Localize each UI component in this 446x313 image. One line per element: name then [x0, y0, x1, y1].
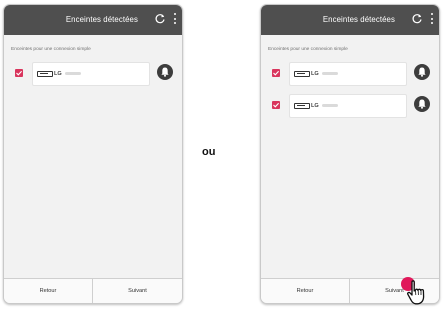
screen-title: Enceintes détectées: [322, 15, 395, 24]
device-row[interactable]: LG: [261, 94, 439, 118]
device-model-blurred: [322, 72, 338, 75]
screen-title: Enceintes détectées: [65, 15, 138, 24]
next-button[interactable]: Suivant: [93, 279, 182, 303]
speaker-icon: [294, 71, 310, 77]
left-phone-screen: Enceintes détectées Enceintes pour une c…: [3, 4, 183, 304]
device-list: Enceintes pour une connexion simple LG: [4, 35, 182, 279]
device-model-blurred: [322, 104, 338, 107]
device-card[interactable]: LG: [289, 94, 407, 118]
right-phone-screen: Enceintes détectées Enceintes pour une c…: [260, 4, 440, 304]
titlebar: Enceintes détectées: [4, 5, 182, 35]
checkbox-checked-icon[interactable]: [272, 101, 280, 109]
device-card[interactable]: LG: [32, 62, 150, 86]
device-list: Enceintes pour une connexion simple LG L…: [261, 35, 439, 279]
device-name: LG: [54, 71, 62, 77]
device-name: LG: [311, 71, 319, 77]
bell-icon[interactable]: [414, 64, 430, 80]
device-model-blurred: [65, 72, 81, 75]
refresh-icon[interactable]: [154, 12, 166, 24]
section-label: Enceintes pour une connexion simple: [268, 47, 348, 52]
bell-icon[interactable]: [414, 96, 430, 112]
back-button[interactable]: Retour: [4, 279, 92, 303]
checkbox-checked-icon[interactable]: [272, 69, 280, 77]
device-name: LG: [311, 103, 319, 109]
device-row[interactable]: LG: [4, 62, 182, 86]
speaker-icon: [294, 103, 310, 109]
checkbox-checked-icon[interactable]: [15, 69, 23, 77]
separator-text: ou: [202, 146, 216, 158]
speaker-icon: [37, 71, 53, 77]
hand-pointer-icon: [405, 278, 433, 313]
bottom-bar: Retour Suivant: [4, 278, 182, 303]
back-button[interactable]: Retour: [261, 279, 349, 303]
titlebar: Enceintes détectées: [261, 5, 439, 35]
kebab-menu-icon[interactable]: [173, 13, 177, 27]
bell-icon[interactable]: [157, 64, 173, 80]
device-card[interactable]: LG: [289, 62, 407, 86]
refresh-icon[interactable]: [411, 12, 423, 24]
kebab-menu-icon[interactable]: [430, 13, 434, 27]
device-row[interactable]: LG: [261, 62, 439, 86]
section-label: Enceintes pour une connexion simple: [11, 47, 91, 52]
